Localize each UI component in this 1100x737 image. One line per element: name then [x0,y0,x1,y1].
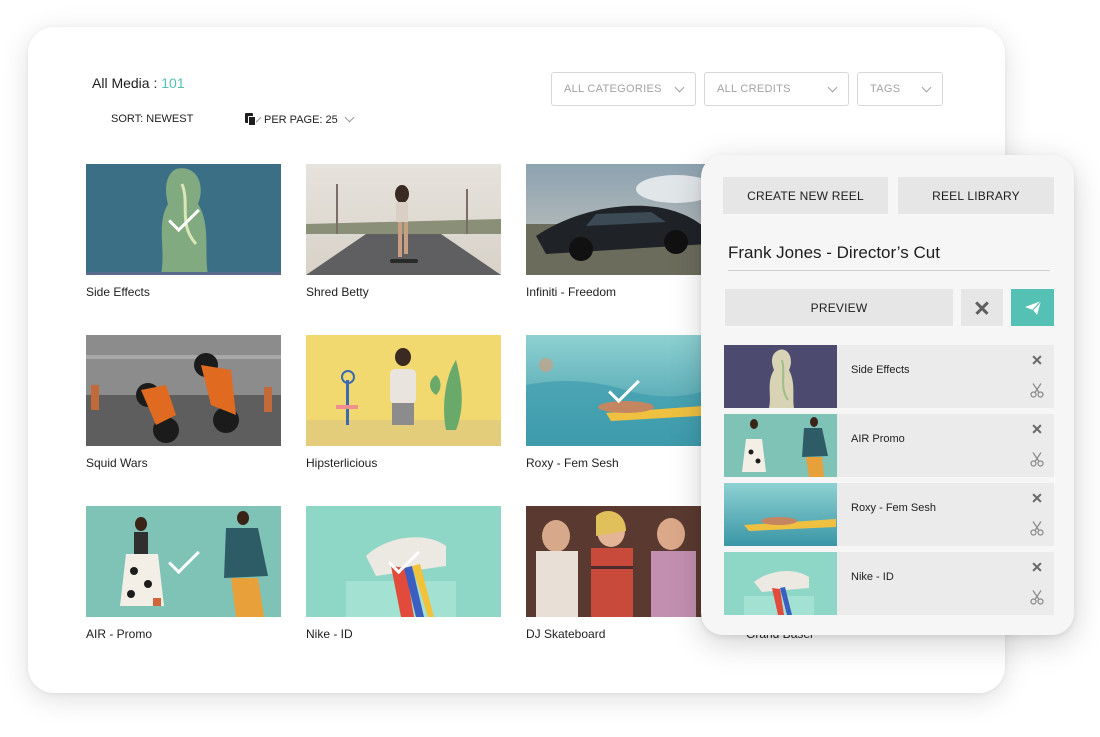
media-thumbnail [86,335,281,446]
clear-reel-button[interactable] [961,289,1003,326]
all-media-count: 101 [161,75,185,91]
thumbnail-image [306,164,501,275]
reel-item-thumbnail [724,552,837,615]
reel-item-thumbnail [724,345,837,408]
scissors-icon[interactable] [1030,590,1044,605]
send-reel-button[interactable] [1011,289,1054,326]
thumbnail-image [86,335,281,446]
reel-item[interactable]: Side Effects [724,345,1054,408]
media-title: Nike - ID [306,627,353,641]
media-tile[interactable]: DJ Skateboard [526,506,721,677]
reel-item-thumbnail [724,414,837,477]
media-tile[interactable]: Shred Betty [306,164,501,335]
media-title: Shred Betty [306,285,369,299]
thumbnail-image [526,506,721,617]
media-thumbnail [526,335,721,446]
reel-library-button[interactable]: REEL LIBRARY [898,177,1054,214]
media-tile[interactable]: Nike - ID [306,506,501,677]
media-title: Roxy - Fem Sesh [526,456,619,470]
create-new-reel-button[interactable]: CREATE NEW REEL [723,177,888,214]
reel-item[interactable]: AIR Promo [724,414,1054,477]
media-title: Hipsterlicious [306,456,378,470]
thumbnail-image [306,335,501,446]
reel-item[interactable]: Roxy - Fem Sesh [724,483,1054,546]
media-thumbnail [306,335,501,446]
remove-icon[interactable] [1032,493,1042,503]
reel-item-title: AIR Promo [851,433,905,445]
reel-item-title: Roxy - Fem Sesh [851,502,936,514]
all-media-heading: All Media : 101 [92,75,185,91]
categories-filter[interactable]: ALL CATEGORIES [551,72,696,106]
scissors-icon[interactable] [1030,383,1044,398]
send-icon [1024,300,1041,315]
per-page-label: PER PAGE: 25 [264,113,338,126]
sort-dropdown[interactable]: SORT: NEWEST [111,112,262,125]
chevron-down-icon [921,82,932,92]
media-title: Side Effects [86,285,150,299]
chevron-down-icon [827,82,838,92]
credits-filter[interactable]: ALL CREDITS [704,72,849,106]
copy-icon [245,113,256,126]
media-thumbnail [86,164,281,275]
remove-icon[interactable] [1032,424,1042,434]
per-page-dropdown[interactable]: PER PAGE: 25 [245,112,355,126]
filter-label: ALL CREDITS [717,83,791,95]
media-title: DJ Skateboard [526,627,606,641]
thumbnail-image [526,164,721,275]
reel-item-title: Side Effects [851,364,910,376]
scissors-icon[interactable] [1030,452,1044,467]
media-tile[interactable]: AIR - Promo [86,506,281,677]
filter-label: ALL CATEGORIES [564,83,662,95]
reel-name-field[interactable]: Frank Jones - Director’s Cut [728,243,1050,271]
stage: All Media : 101 SORT: NEWEST PER PAGE: 2… [0,0,1100,737]
reel-item-thumbnail [724,483,837,546]
filter-bar: ALL CATEGORIES ALL CREDITS TAGS [551,72,943,106]
remove-icon[interactable] [1032,562,1042,572]
media-thumbnail [526,164,721,275]
media-thumbnail [86,506,281,617]
media-tile[interactable]: Roxy - Fem Sesh [526,335,721,506]
media-tile[interactable]: Hipsterlicious [306,335,501,506]
reel-item-list: Side Effects AIR Promo Roxy - Fem Sesh N… [724,345,1054,621]
media-tile[interactable]: Infiniti - Freedom [526,164,721,335]
tags-filter[interactable]: TAGS [857,72,943,106]
all-media-label: All Media : [92,75,158,91]
media-thumbnail [526,506,721,617]
media-thumbnail [306,164,501,275]
sort-label: SORT: NEWEST [111,113,194,125]
chevron-down-icon [674,82,685,92]
media-thumbnail [306,506,501,617]
media-tile[interactable]: Side Effects [86,164,281,335]
media-title: AIR - Promo [86,627,153,641]
scissors-icon[interactable] [1030,521,1044,536]
reel-panel: CREATE NEW REEL REEL LIBRARY Frank Jones… [701,155,1074,635]
chevron-down-icon [344,112,355,123]
filter-label: TAGS [870,83,901,95]
media-title: Infiniti - Freedom [526,285,617,299]
preview-button[interactable]: PREVIEW [725,289,953,326]
media-tile[interactable]: Squid Wars [86,335,281,506]
reel-item[interactable]: Nike - ID [724,552,1054,615]
remove-icon[interactable] [1032,355,1042,365]
reel-item-title: Nike - ID [851,571,894,583]
close-icon [975,301,989,315]
media-title: Squid Wars [86,456,148,470]
